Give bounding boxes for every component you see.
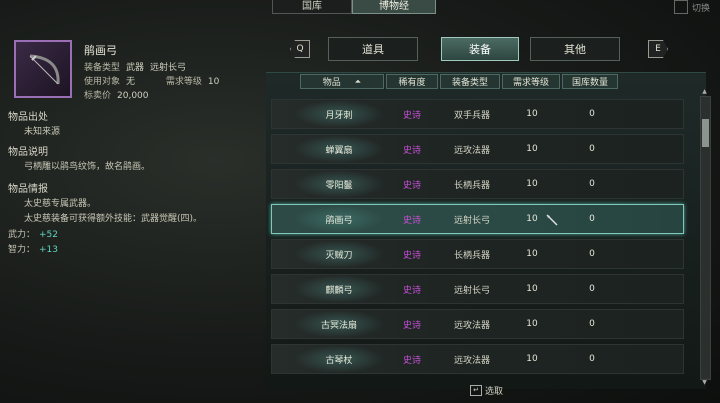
item-name: 鹃画弓 xyxy=(84,44,117,57)
row-level: 10 xyxy=(526,144,538,154)
key-q-hint[interactable]: Q xyxy=(290,40,310,58)
bow-icon xyxy=(29,54,60,85)
row-rarity: 史诗 xyxy=(402,250,421,261)
row-qty: 0 xyxy=(589,144,595,154)
row-qty: 0 xyxy=(589,249,595,259)
row-level: 10 xyxy=(526,319,538,329)
row-name: 蝉翼扇 xyxy=(325,145,353,156)
row-type: 远射长弓 xyxy=(453,285,490,296)
origin-text: 未知来源 xyxy=(24,127,61,137)
tab-museum[interactable]: 博物经 xyxy=(352,0,436,14)
item-user-line: 使用对象无 需求等级 10 xyxy=(84,77,220,87)
row-type: 双手兵器 xyxy=(453,110,490,121)
row-level: 10 xyxy=(526,109,538,119)
scroll-down-icon[interactable]: ▼ xyxy=(700,379,709,387)
row-type: 远攻法器 xyxy=(453,145,490,156)
stat-strength: 武力： +52 xyxy=(8,230,59,240)
row-rarity: 史诗 xyxy=(402,145,421,156)
item-type-line: 装备类型 武器 远射长弓 xyxy=(84,63,187,73)
row-level: 10 xyxy=(526,249,538,259)
select-label: 选取 xyxy=(485,387,504,397)
item-thumbnail xyxy=(14,40,72,98)
col-header-item[interactable]: 物品 ⏶ xyxy=(300,74,384,89)
category-tab-other[interactable]: 其他 xyxy=(530,37,620,61)
enter-key-icon: ↵ xyxy=(470,385,482,396)
row-qty: 0 xyxy=(589,214,595,224)
table-row[interactable]: 古冥法扇 史诗 远攻法器 10 0 xyxy=(271,309,684,339)
row-rarity: 史诗 xyxy=(402,215,421,226)
category-tab-equipment[interactable]: 装备 xyxy=(441,37,519,61)
row-level: 10 xyxy=(526,354,538,364)
col-header-rarity[interactable]: 稀有度 xyxy=(386,74,438,89)
row-type: 长柄兵器 xyxy=(453,250,490,261)
cursor-icon xyxy=(546,214,558,226)
row-name: 灭贼刀 xyxy=(325,250,353,261)
table-row[interactable]: 古琴杖 史诗 远攻法器 10 0 xyxy=(271,344,684,374)
row-rarity: 史诗 xyxy=(402,180,421,191)
row-name: 鹃画弓 xyxy=(325,215,353,226)
col-header-type[interactable]: 装备类型 xyxy=(440,74,500,89)
table-row[interactable]: 蝉翼扇 史诗 远攻法器 10 0 xyxy=(271,134,684,164)
scrollbar[interactable] xyxy=(700,96,711,380)
row-rarity: 史诗 xyxy=(402,110,421,121)
row-type: 远攻法器 xyxy=(453,355,490,366)
row-name: 零阳鬣 xyxy=(325,180,353,191)
info-line-2: 太史慈装备可获得额外技能：武器觉醒(四)。 xyxy=(24,214,203,224)
key-icon xyxy=(673,0,688,14)
select-hint[interactable]: ↵ 选取 xyxy=(470,384,503,397)
stat-intelligence: 智力： +13 xyxy=(8,245,59,255)
table-row[interactable]: 灭贼刀 史诗 长柄兵器 10 0 xyxy=(271,239,684,269)
row-type: 远攻法器 xyxy=(453,320,490,331)
table-row-selected[interactable]: 鹃画弓 史诗 远射长弓 10 0 xyxy=(271,204,684,234)
row-name: 月牙刺 xyxy=(325,110,353,121)
table-row[interactable]: 零阳鬣 史诗 长柄兵器 10 0 xyxy=(271,169,684,199)
table-row[interactable]: 月牙刺 史诗 双手兵器 10 0 xyxy=(271,99,684,129)
corner-hint: 切换 xyxy=(673,0,710,14)
row-rarity: 史诗 xyxy=(402,285,421,296)
desc-title: 物品说明 xyxy=(8,147,48,158)
scroll-thumb[interactable] xyxy=(702,119,709,147)
row-name: 古冥法扇 xyxy=(320,320,357,331)
row-name: 麒麟弓 xyxy=(325,285,353,296)
row-name: 古琴杖 xyxy=(325,355,353,366)
category-tab-items[interactable]: 道具 xyxy=(328,37,418,61)
row-qty: 0 xyxy=(589,284,595,294)
col-header-level[interactable]: 需求等级 xyxy=(502,74,560,89)
row-type: 长柄兵器 xyxy=(453,180,490,191)
row-type: 远射长弓 xyxy=(453,215,490,226)
row-qty: 0 xyxy=(589,109,595,119)
row-qty: 0 xyxy=(589,319,595,329)
col-header-qty[interactable]: 国库数量 xyxy=(562,74,618,89)
tab-treasury[interactable]: 国库 xyxy=(272,0,352,14)
corner-hint-label: 切换 xyxy=(691,3,710,14)
row-level: 10 xyxy=(526,284,538,294)
scroll-up-icon[interactable]: ▲ xyxy=(700,88,709,96)
desc-text: 弓柄雕以鹃鸟纹饰，故名鹃画。 xyxy=(24,162,151,172)
sort-icon: ⏶ xyxy=(354,76,362,86)
table-row[interactable]: 麒麟弓 史诗 远射长弓 10 0 xyxy=(271,274,684,304)
row-level: 10 xyxy=(526,179,538,189)
row-qty: 0 xyxy=(589,354,595,364)
item-price-line: 标卖价 20,000 xyxy=(84,91,149,101)
key-e-hint[interactable]: E xyxy=(648,40,668,58)
row-rarity: 史诗 xyxy=(402,320,421,331)
info-title: 物品情报 xyxy=(8,184,48,195)
origin-title: 物品出处 xyxy=(8,112,48,123)
info-line-1: 太史慈专属武器。 xyxy=(24,199,97,209)
row-qty: 0 xyxy=(589,179,595,189)
row-rarity: 史诗 xyxy=(402,355,421,366)
